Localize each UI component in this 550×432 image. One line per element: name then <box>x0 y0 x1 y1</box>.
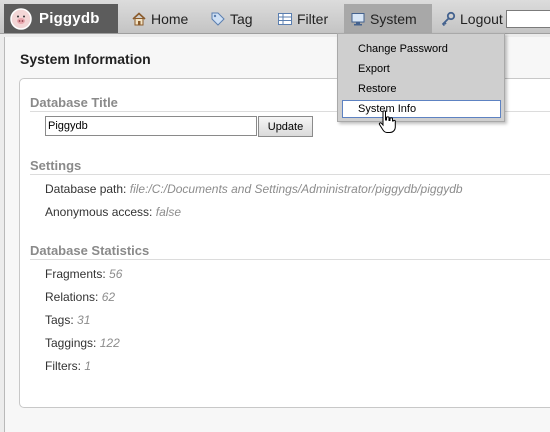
filter-table-icon <box>278 12 292 25</box>
stat-label: Relations: <box>45 290 99 304</box>
menu-item-export[interactable]: Export <box>358 63 390 75</box>
menu-item-restore[interactable]: Restore <box>358 83 397 95</box>
nav-system[interactable]: System <box>344 4 432 33</box>
nav-home-label: Home <box>151 10 189 27</box>
computer-icon <box>351 12 365 25</box>
stat-value: 62 <box>101 290 116 304</box>
stat-label: Filters: <box>45 359 81 373</box>
nav-logout[interactable]: Logout <box>440 4 503 33</box>
stat-row-taggings: Taggings: 122 <box>45 336 120 350</box>
statistics-heading: Database Statistics <box>30 243 150 258</box>
setting-value: file:/C:/Documents and Settings/Administ… <box>129 182 463 196</box>
stat-value: 122 <box>99 336 120 350</box>
setting-row-database-path: Database path: file:/C:/Documents and Se… <box>45 182 463 196</box>
key-icon <box>441 11 456 26</box>
setting-label: Database path: <box>45 182 127 196</box>
stat-row-fragments: Fragments: 56 <box>45 267 122 281</box>
hand-cursor-icon <box>378 110 396 133</box>
tag-icon <box>211 12 225 26</box>
stat-row-relations: Relations: 62 <box>45 290 115 304</box>
stat-value: 1 <box>84 359 92 373</box>
nav-tag-label: Tag <box>230 10 253 27</box>
update-button[interactable]: Update <box>258 116 313 137</box>
settings-heading: Settings <box>30 158 82 173</box>
stat-label: Tags: <box>45 313 74 327</box>
nav-filter[interactable]: Filter <box>277 4 328 33</box>
setting-value: false <box>155 205 182 219</box>
stat-row-tags: Tags: 31 <box>45 313 90 327</box>
top-nav-bar: Piggydb Home Tag Filter System Logout <box>0 0 550 34</box>
section-divider <box>30 259 550 260</box>
app-logo[interactable]: Piggydb <box>4 4 118 33</box>
app-name: Piggydb <box>39 10 100 27</box>
nav-home[interactable]: Home <box>131 4 188 33</box>
database-title-heading: Database Title <box>30 95 118 110</box>
home-icon <box>132 11 146 25</box>
stat-label: Taggings: <box>45 336 97 350</box>
stat-value: 56 <box>109 267 123 281</box>
setting-row-anonymous-access: Anonymous access: false <box>45 205 181 219</box>
nav-tag[interactable]: Tag <box>210 4 253 33</box>
page-title: System Information <box>20 51 151 67</box>
nav-filter-label: Filter <box>297 10 329 27</box>
nav-logout-label: Logout <box>460 10 503 27</box>
section-divider <box>30 174 550 175</box>
pig-logo-icon <box>10 7 32 30</box>
search-input[interactable] <box>506 10 550 28</box>
stat-label: Fragments: <box>45 267 106 281</box>
database-title-input[interactable] <box>45 116 257 136</box>
setting-label: Anonymous access: <box>45 205 153 219</box>
stat-value: 31 <box>77 313 91 327</box>
menu-item-change-password[interactable]: Change Password <box>358 43 448 55</box>
stat-row-filters: Filters: 1 <box>45 359 91 373</box>
nav-system-label: System <box>370 10 417 27</box>
